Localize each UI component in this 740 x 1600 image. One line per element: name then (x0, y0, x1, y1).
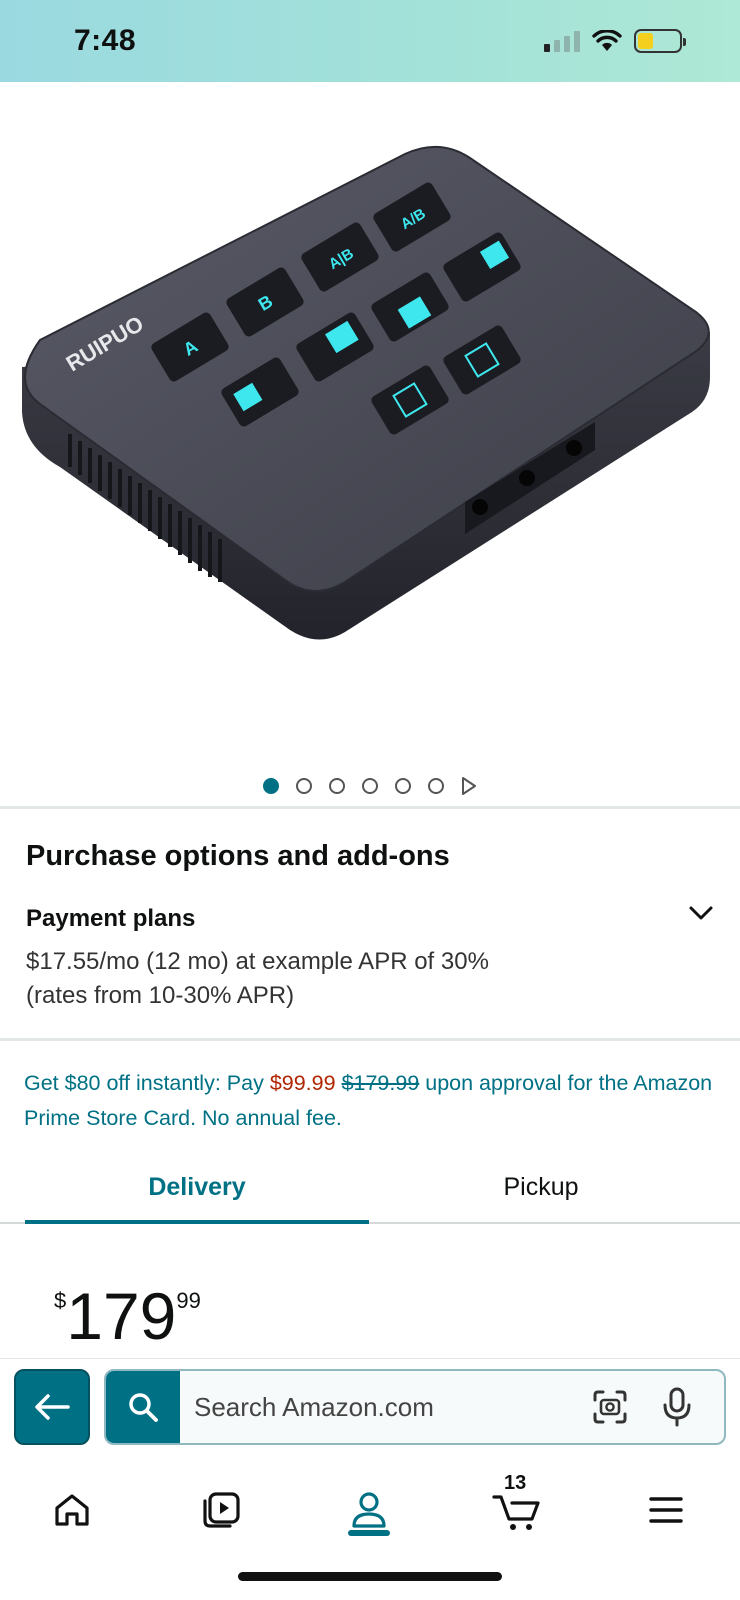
search-button[interactable] (106, 1371, 180, 1443)
microphone-icon[interactable] (662, 1387, 692, 1427)
signal-icon (544, 30, 580, 52)
purchase-options-title: Purchase options and add-ons (26, 840, 450, 872)
nav-active-indicator (348, 1530, 390, 1536)
wifi-icon (592, 30, 622, 51)
promo-text: Get $80 off instantly: Pay (24, 1071, 270, 1095)
search-area (0, 1358, 740, 1446)
carousel-dot-3[interactable] (329, 778, 345, 794)
battery-icon (634, 29, 686, 53)
cart-icon (492, 1495, 540, 1530)
chevron-down-icon[interactable] (688, 900, 714, 926)
menu-icon (649, 1497, 683, 1523)
nav-home[interactable] (42, 1480, 102, 1540)
cart-count-badge: 13 (504, 1472, 527, 1494)
price-fraction: 99 (176, 1288, 201, 1313)
divider (0, 1038, 740, 1041)
home-icon (55, 1494, 89, 1526)
carousel-dot-6[interactable] (428, 778, 444, 794)
search-icon (129, 1393, 158, 1422)
account-icon (352, 1492, 386, 1528)
home-indicator (238, 1572, 502, 1581)
product-image[interactable]: RUIPUO A B A|B A/B (0, 82, 740, 760)
search-bar[interactable] (104, 1369, 726, 1445)
image-carousel-dots (0, 777, 740, 795)
tab-selected-indicator (25, 1220, 369, 1224)
payment-plan-rates: (rates from 10-30% APR) (26, 982, 295, 1009)
video-icon (203, 1492, 240, 1528)
search-input[interactable] (194, 1371, 554, 1443)
camera-scan-icon[interactable] (592, 1389, 628, 1425)
status-time: 7:48 (74, 24, 137, 57)
price-symbol: $ (54, 1288, 67, 1313)
carousel-dot-4[interactable] (362, 778, 378, 794)
tab-delivery[interactable]: Delivery (25, 1150, 369, 1224)
promo-list-price: $179.99 (341, 1071, 420, 1095)
product-price: $ 179 99 (54, 1280, 201, 1352)
video-play-icon[interactable] (461, 777, 477, 795)
product-device-illustration: RUIPUO A B A|B A/B (22, 145, 710, 640)
payment-plan-detail: $17.55/mo (12 mo) at example APR of 30% (26, 948, 489, 975)
nav-video[interactable] (191, 1480, 251, 1540)
carousel-dot-1[interactable] (263, 778, 279, 794)
back-button[interactable] (14, 1369, 90, 1445)
tab-pickup[interactable]: Pickup (369, 1150, 713, 1224)
bottom-navigation: 13 (0, 1450, 740, 1600)
carousel-dot-2[interactable] (296, 778, 312, 794)
carousel-dot-5[interactable] (395, 778, 411, 794)
promo-sale-price: $99.99 (269, 1071, 336, 1095)
arrow-left-icon (35, 1394, 70, 1420)
status-icons (544, 29, 686, 53)
divider (0, 806, 740, 809)
store-card-promo[interactable]: Get $80 off instantly: Pay $99.99 $179.9… (24, 1066, 724, 1136)
payment-plans-title[interactable]: Payment plans (26, 905, 195, 933)
price-whole: 179 (66, 1279, 177, 1353)
battery-fill (638, 33, 654, 49)
status-bar: 7:48 (0, 0, 740, 82)
nav-menu[interactable] (636, 1480, 696, 1540)
fulfillment-tabs: Delivery Pickup (0, 1150, 740, 1224)
